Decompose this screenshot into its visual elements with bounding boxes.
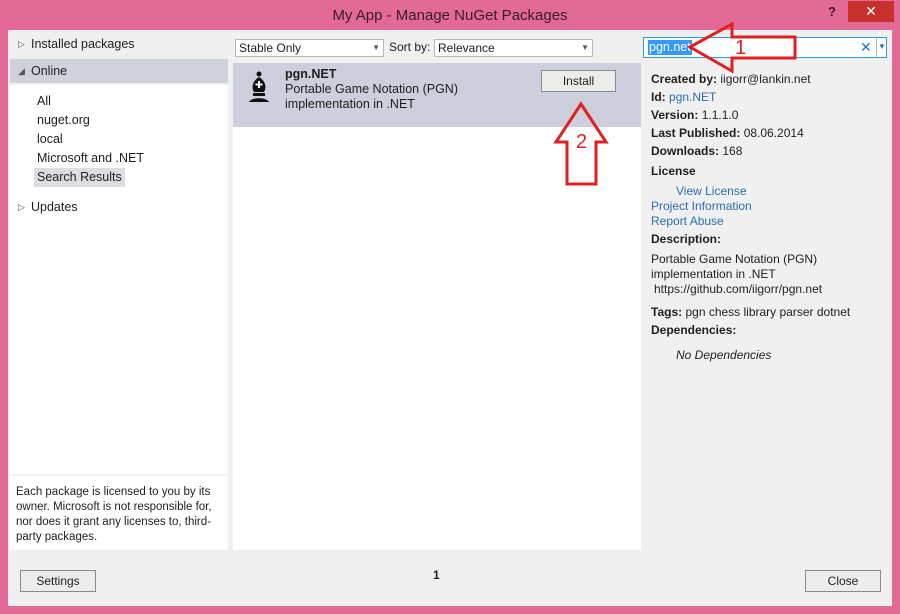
version-label: Version: [651,108,699,122]
description-label: Description: [651,232,722,246]
expand-down-icon: ◢ [18,66,25,76]
tree-label: Updates [31,200,78,214]
chess-bishop-icon [249,71,269,102]
license-heading: License [651,164,696,179]
window-title: My App - Manage NuGet Packages [332,7,568,24]
project-information-link[interactable]: Project Information [651,199,752,214]
downloads-label: Downloads: [651,144,719,158]
created-by-label: Created by: [651,72,718,86]
package-description-line: Portable Game Notation (PGN) [285,82,458,96]
tree-item-local[interactable]: local [34,130,66,149]
dropdown-arrow-icon: ▼ [581,43,589,52]
id-link[interactable]: pgn.NET [669,90,716,104]
dependencies-heading: Dependencies: [651,323,736,338]
package-description-line: implementation in .NET [285,97,415,111]
tree-updates[interactable]: ▷ Updates [10,195,228,219]
tree-online[interactable]: ◢ Online [10,59,228,83]
version-value: 1.1.1.0 [701,108,739,122]
settings-button[interactable]: Settings [20,570,96,592]
downloads: Downloads: 168 [651,144,742,159]
package-list: pgn.NET Portable Game Notation (PGN) imp… [233,63,641,582]
dialog-client: ▷ Installed packages ◢ Online All nuget.… [8,30,892,606]
tree-item-microsoft-net[interactable]: Microsoft and .NET [34,149,147,168]
license-label: License [651,164,696,178]
search-input[interactable]: pgn.net [648,40,692,55]
dropdown-value: Stable Only [239,41,302,55]
tree-label: Installed packages [31,37,135,51]
expand-right-icon: ▷ [18,39,25,49]
left-panel: ▷ Installed packages ◢ Online All nuget.… [8,30,230,550]
report-abuse-link[interactable]: Report Abuse [651,214,724,229]
package-row[interactable]: pgn.NET Portable Game Notation (PGN) imp… [233,63,641,127]
package-id: Id: pgn.NET [651,90,716,105]
tags-value: pgn chess library parser dotnet [685,305,851,319]
install-button[interactable]: Install [541,70,616,92]
package-description: Portable Game Notation (PGN) implementat… [285,82,485,112]
view-license-link[interactable]: View License [676,184,747,199]
description-line: implementation in .NET [651,267,776,281]
dropdown-arrow-icon: ▼ [372,43,380,52]
package-details: Created by: iigorr@lankin.net Id: pgn.NE… [643,63,892,550]
search-box[interactable]: pgn.net ✕ ▼ [643,37,887,58]
help-button[interactable]: ? [823,4,841,22]
tags-label: Tags: [651,305,683,319]
window-close-button[interactable]: ✕ [848,1,894,22]
tree-label: Online [31,64,68,78]
description-heading: Description: [651,232,721,247]
clear-icon[interactable]: ✕ [860,39,872,56]
description-line: Portable Game Notation (PGN) [651,252,818,266]
expand-right-icon: ▷ [18,202,25,212]
package-name: pgn.NET [285,67,337,81]
sort-by-dropdown[interactable]: Relevance ▼ [434,39,593,57]
stable-only-dropdown[interactable]: Stable Only ▼ [235,39,384,57]
id-label: Id: [651,90,666,104]
search-dropdown-icon[interactable]: ▼ [876,38,887,57]
tree-item-search-results[interactable]: Search Results [34,168,125,187]
dependencies-label: Dependencies: [651,323,737,337]
created-by-value: iigorr@lankin.net [720,72,811,86]
sort-by-label: Sort by: [389,40,431,54]
package-version: Version: 1.1.1.0 [651,108,738,123]
tree-item-nuget-org[interactable]: nuget.org [34,111,93,130]
tree-item-all[interactable]: All [34,92,54,111]
published-value: 08.06.2014 [743,126,804,140]
tree-installed-packages[interactable]: ▷ Installed packages [10,32,228,56]
page-number[interactable]: 1 [433,568,440,582]
tree-online-list: All nuget.org local Microsoft and .NET S… [10,85,228,474]
description-line: https://github.com/iigorr/pgn.net [654,282,823,296]
title-bar: My App - Manage NuGet Packages ? ✕ [0,0,900,30]
package-tags: Tags: pgn chess library parser dotnet [651,305,850,320]
close-button[interactable]: Close [805,570,881,592]
no-dependencies: No Dependencies [676,348,772,362]
license-note: Each package is licensed to you by its o… [10,476,228,550]
published-label: Last Published: [651,126,741,140]
downloads-value: 168 [722,144,743,158]
last-published: Last Published: 08.06.2014 [651,126,804,141]
created-by: Created by: iigorr@lankin.net [651,72,811,87]
dropdown-value: Relevance [438,41,495,55]
